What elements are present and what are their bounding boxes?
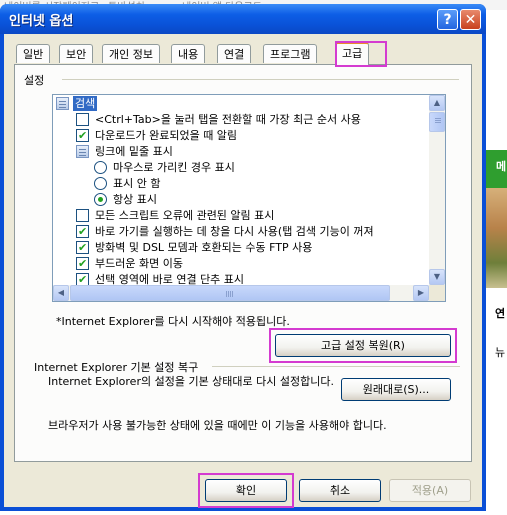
scroll-down-button[interactable]: ▼ xyxy=(429,269,445,285)
scrollbar-corner xyxy=(429,285,445,301)
tab-connections[interactable]: 연결 xyxy=(217,44,252,63)
horizontal-scroll-thumb[interactable] xyxy=(70,285,390,301)
list-folder-icon xyxy=(56,97,69,110)
tab-security[interactable]: 보안 xyxy=(59,44,94,63)
settings-list: 검색 <Ctrl+Tab>을 눌러 탭을 전환할 때 가장 최근 순서 사용 다… xyxy=(53,95,429,285)
title-bar[interactable]: 인터넷 옵션 ? ✕ xyxy=(0,4,486,34)
window-title: 인터넷 옵션 xyxy=(9,14,74,29)
list-item-label: 마우스로 가리킨 경우 표시 xyxy=(113,161,235,174)
list-item-label: 부드러운 화면 이동 xyxy=(95,257,183,270)
settings-group-label: 설정 xyxy=(24,72,49,88)
list-item-label: 바로 가기를 실행하는 데 창을 다시 사용(탭 검색 기능이 꺼져 xyxy=(95,225,374,238)
background-banner-text: 메 xyxy=(496,160,507,173)
close-icon: ✕ xyxy=(464,12,477,28)
list-item-label: 방화벽 및 DSL 모뎀과 호환되는 수동 FTP 사용 xyxy=(95,241,313,254)
tab-programs[interactable]: 프로그램 xyxy=(263,44,318,63)
ok-button[interactable]: 확인 xyxy=(205,479,287,502)
reset-button[interactable]: 원래대로(S)... xyxy=(341,378,451,401)
list-item-label: <Ctrl+Tab>을 눌러 탭을 전환할 때 가장 최근 순서 사용 xyxy=(95,113,361,126)
radio-icon[interactable] xyxy=(94,193,107,206)
close-button[interactable]: ✕ xyxy=(460,9,481,30)
scroll-up-button[interactable]: ▲ xyxy=(429,95,445,111)
scroll-left-button[interactable]: ◀ xyxy=(53,285,69,301)
apply-button[interactable]: 적용(A) xyxy=(389,479,471,502)
vertical-scrollbar[interactable]: ▲ ▼ xyxy=(429,95,445,285)
background-text: 뉴 xyxy=(495,346,506,359)
settings-listbox[interactable]: 검색 <Ctrl+Tab>을 눌러 탭을 전환할 때 가장 최근 순서 사용 다… xyxy=(52,94,446,302)
divider xyxy=(62,79,459,80)
list-item-label: 선택 영역에 바로 연결 단추 표시 xyxy=(95,273,245,285)
checkbox-icon[interactable] xyxy=(76,224,89,239)
radio-icon[interactable] xyxy=(94,161,107,174)
radio-icon[interactable] xyxy=(94,177,107,190)
vertical-scroll-thumb[interactable] xyxy=(429,112,445,132)
tab-content[interactable]: 내용 xyxy=(171,44,206,63)
scroll-right-button[interactable]: ▶ xyxy=(413,285,429,301)
list-folder-icon xyxy=(76,145,89,158)
internet-options-dialog: 인터넷 옵션 ? ✕ 일반 보안 개인 정보 내용 연결 프로그램 고급 설정 … xyxy=(0,4,486,511)
checkbox-icon[interactable] xyxy=(76,128,89,143)
cancel-button[interactable]: 취소 xyxy=(299,479,381,502)
list-item-label: 표시 안 함 xyxy=(113,177,161,190)
background-text: 연 xyxy=(495,307,506,320)
restart-note: *Internet Explorer를 다시 시작해야 적용됩니다. xyxy=(56,315,290,328)
help-icon: ? xyxy=(443,12,452,28)
restore-advanced-settings-button[interactable]: 고급 설정 복원(R) xyxy=(275,334,451,357)
reset-warning-note: 브라우저가 사용 불가능한 상태에 있을 때에만 이 기능을 사용해야 합니다. xyxy=(48,419,387,432)
divider xyxy=(212,366,460,367)
reset-section-label: Internet Explorer 기본 설정 복구 xyxy=(34,361,199,374)
reset-description: Internet Explorer의 설정을 기본 상태대로 다시 설정합니다. xyxy=(48,375,334,388)
checkbox-icon[interactable] xyxy=(76,113,89,126)
help-button[interactable]: ? xyxy=(437,9,458,30)
tab-privacy[interactable]: 개인 정보 xyxy=(102,44,160,63)
checkbox-icon[interactable] xyxy=(76,272,89,285)
checkbox-icon[interactable] xyxy=(76,209,89,222)
list-item-label: 다운로드가 완료되었을 때 알림 xyxy=(95,129,238,142)
list-item-label: 검색 xyxy=(73,96,98,111)
dialog-client-area: 일반 보안 개인 정보 내용 연결 프로그램 고급 설정 검색 <Ctrl+Ta… xyxy=(4,34,482,508)
tab-advanced[interactable]: 고급 xyxy=(335,42,370,65)
checkbox-icon[interactable] xyxy=(76,256,89,271)
checkbox-icon[interactable] xyxy=(76,240,89,255)
background-photo xyxy=(486,188,507,288)
horizontal-scrollbar[interactable]: ◀ ▶ xyxy=(53,285,429,301)
tab-general[interactable]: 일반 xyxy=(16,44,51,63)
list-item-label: 모든 스크립트 오류에 관련된 알림 표시 xyxy=(95,209,275,222)
list-item-label: 링크에 밑줄 표시 xyxy=(95,145,173,158)
list-item-label: 항상 표시 xyxy=(113,193,157,206)
